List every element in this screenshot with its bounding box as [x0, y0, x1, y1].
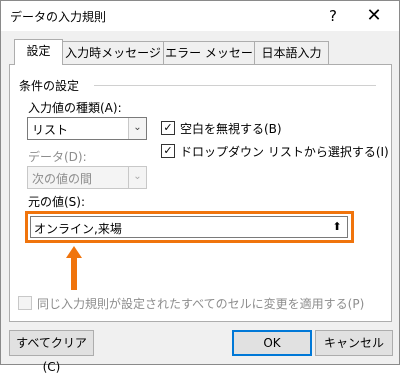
- source-input-value: オンライン,来場: [34, 222, 122, 236]
- ok-button[interactable]: OK: [232, 330, 312, 356]
- apply-all-box: [18, 296, 32, 310]
- clear-all-button[interactable]: すべてクリア(C): [9, 330, 94, 374]
- title-bar: データの入力規則 ? ✕: [1, 1, 399, 31]
- allow-label: 入力値の種類(A):: [28, 101, 122, 115]
- source-highlight: オンライン,来場 ⬆: [25, 211, 354, 243]
- apply-all-label: 同じ入力規則が設定されたすべてのセルに変更を適用する(P): [37, 297, 365, 311]
- allow-select[interactable]: リスト ⌄: [27, 117, 147, 140]
- collapse-dialog-icon[interactable]: ⬆: [328, 218, 346, 235]
- close-icon[interactable]: ✕: [362, 4, 386, 28]
- in-cell-dropdown-check-icon[interactable]: ✓: [161, 144, 175, 158]
- allow-select-value: リスト: [32, 123, 69, 137]
- chevron-down-icon[interactable]: ⌄: [128, 118, 146, 139]
- tab-settings[interactable]: 設定: [14, 39, 63, 65]
- tab-error-message[interactable]: エラー メッセージ: [163, 41, 255, 82]
- help-icon[interactable]: ?: [321, 4, 345, 28]
- data-label: データ(D):: [28, 150, 87, 164]
- tab-japanese-input[interactable]: 日本語入力: [254, 41, 329, 64]
- chevron-down-icon: ⌄: [128, 167, 146, 188]
- tab-input-message[interactable]: 入力時メッセージ: [62, 41, 164, 64]
- ignore-blank-label: 空白を無視する(B): [180, 122, 282, 136]
- data-select-value: 次の値の間: [32, 172, 93, 186]
- section-divider: [94, 85, 376, 86]
- source-label: 元の値(S):: [28, 195, 86, 209]
- in-cell-dropdown-label: ドロップダウン リストから選択する(I): [180, 145, 389, 159]
- data-select: 次の値の間 ⌄: [27, 166, 147, 189]
- data-validation-dialog: データの入力規則 ? ✕ 設定 入力時メッセージ エラー メッセージ 日本語入力…: [0, 0, 400, 374]
- up-arrow-annotation: [66, 246, 82, 290]
- section-label: 条件の設定: [19, 79, 80, 93]
- cancel-button[interactable]: キャンセル: [315, 330, 393, 356]
- source-input[interactable]: オンライン,来場 ⬆: [30, 216, 348, 238]
- ignore-blank-check-icon[interactable]: ✓: [161, 121, 175, 135]
- window-title: データの入力規則: [10, 10, 107, 24]
- arrow-shape: [66, 246, 82, 290]
